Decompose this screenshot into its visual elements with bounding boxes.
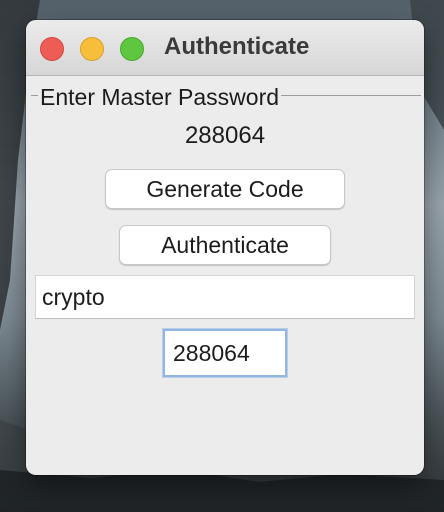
code-input[interactable]: 288064 — [163, 329, 287, 377]
title-bar[interactable]: Authenticate — [26, 20, 424, 76]
generated-code-label: 288064 — [184, 122, 266, 149]
generate-code-button[interactable]: Generate Code — [105, 169, 345, 209]
master-password-input[interactable]: crypto — [35, 275, 415, 319]
window-title: Authenticate — [164, 33, 310, 60]
minimize-button[interactable] — [80, 37, 104, 61]
authenticate-window: Authenticate Enter Master Password 28806… — [26, 20, 424, 475]
authenticate-button[interactable]: Authenticate — [119, 225, 331, 265]
close-button[interactable] — [40, 37, 64, 61]
zoom-button[interactable] — [120, 37, 144, 61]
group-legend: Enter Master Password — [38, 84, 282, 111]
